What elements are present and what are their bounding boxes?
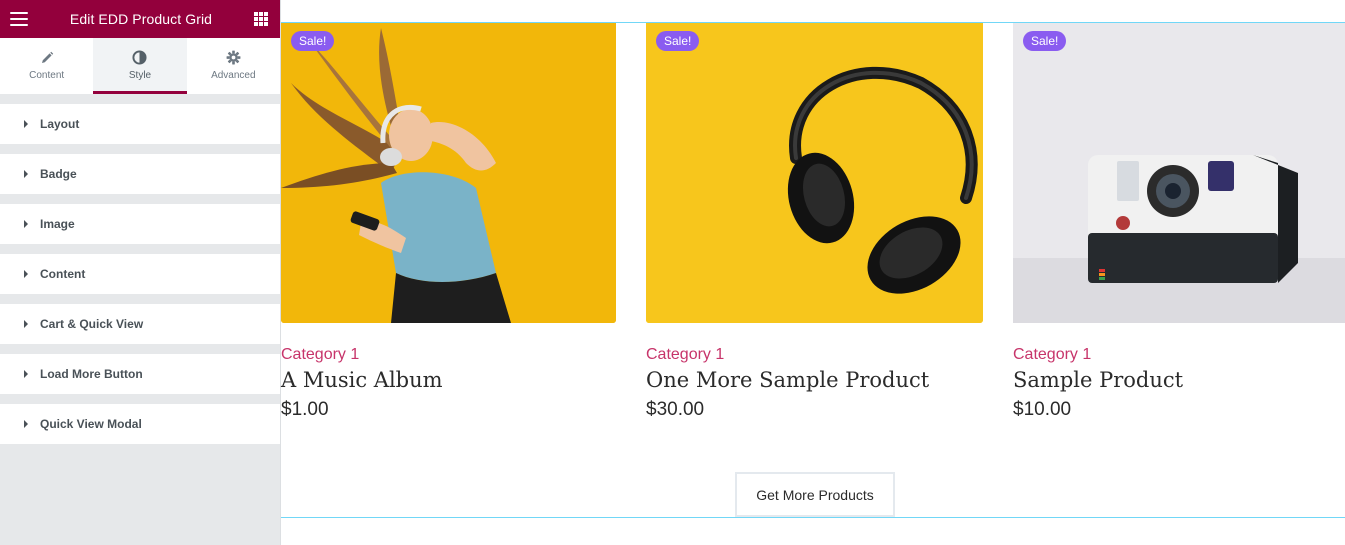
product-card[interactable]: Sale!: [1013, 23, 1345, 421]
section-badge[interactable]: Badge: [0, 154, 280, 194]
menu-icon[interactable]: [10, 12, 28, 26]
woman-with-headphones-image: [281, 23, 616, 323]
section-content[interactable]: Content: [0, 254, 280, 294]
gear-icon: [226, 49, 241, 67]
caret-right-icon: [24, 420, 28, 428]
sale-badge: Sale!: [1023, 31, 1067, 51]
panel-header: Edit EDD Product Grid: [0, 0, 280, 38]
section-image[interactable]: Image: [0, 204, 280, 244]
tab-advanced[interactable]: Advanced: [187, 38, 280, 94]
product-price: $1.00: [281, 399, 329, 420]
section-label: Badge: [40, 167, 77, 181]
sale-badge: Sale!: [291, 31, 335, 51]
contrast-icon: [132, 49, 148, 67]
widgets-grid-icon[interactable]: [254, 12, 268, 26]
section-label: Layout: [40, 117, 80, 131]
section-layout[interactable]: Layout: [0, 104, 280, 144]
caret-right-icon: [24, 170, 28, 178]
section-label: Image: [40, 217, 75, 231]
product-price: $30.00: [646, 399, 705, 420]
caret-right-icon: [24, 270, 28, 278]
product-image[interactable]: Sale!: [646, 23, 983, 323]
panel-tabs: Content Style Advanced: [0, 38, 280, 94]
section-label: Cart & Quick View: [40, 317, 144, 331]
tab-style-label: Style: [128, 69, 152, 81]
product-category[interactable]: Category 1: [1013, 346, 1345, 364]
sale-badge: Sale!: [656, 31, 700, 51]
caret-right-icon: [24, 320, 28, 328]
section-cart-quick-view[interactable]: Cart & Quick View: [0, 304, 280, 344]
product-image[interactable]: Sale!: [281, 23, 616, 323]
tab-content[interactable]: Content: [0, 38, 93, 94]
page-preview: Sale! Category 1 A Music Album $1.00 Sal…: [281, 0, 1345, 545]
section-quick-view-modal[interactable]: Quick View Modal: [0, 404, 280, 444]
product-image[interactable]: Sale!: [1013, 23, 1345, 323]
section-guide-line: [281, 517, 1345, 518]
black-headphones-image: [646, 23, 983, 323]
tab-content-label: Content: [29, 69, 65, 81]
section-load-more-button[interactable]: Load More Button: [0, 354, 280, 394]
panel-title: Edit EDD Product Grid: [69, 11, 213, 27]
product-card[interactable]: Sale!: [281, 23, 616, 421]
polaroid-camera-image: [1013, 23, 1345, 323]
product-title[interactable]: A Music Album: [281, 368, 616, 392]
product-card[interactable]: Sale! Category 1 One More Sample Product…: [646, 23, 983, 421]
product-title[interactable]: Sample Product: [1013, 368, 1345, 392]
product-category[interactable]: Category 1: [281, 346, 616, 364]
get-more-products-button[interactable]: Get More Products: [735, 472, 895, 517]
section-label: Content: [40, 267, 86, 281]
editor-panel: Edit EDD Product Grid Content Style Adva…: [0, 0, 281, 545]
section-label: Quick View Modal: [40, 417, 142, 431]
caret-right-icon: [24, 120, 28, 128]
product-category[interactable]: Category 1: [646, 346, 983, 364]
caret-right-icon: [24, 220, 28, 228]
product-price: $10.00: [1013, 399, 1072, 420]
section-label: Load More Button: [40, 367, 143, 381]
product-title[interactable]: One More Sample Product: [646, 368, 983, 392]
tab-advanced-label: Advanced: [211, 69, 256, 81]
style-sections: Layout Badge Image Content Cart & Quick …: [0, 104, 280, 444]
pencil-icon: [40, 49, 54, 67]
caret-right-icon: [24, 370, 28, 378]
tab-style[interactable]: Style: [93, 38, 187, 94]
